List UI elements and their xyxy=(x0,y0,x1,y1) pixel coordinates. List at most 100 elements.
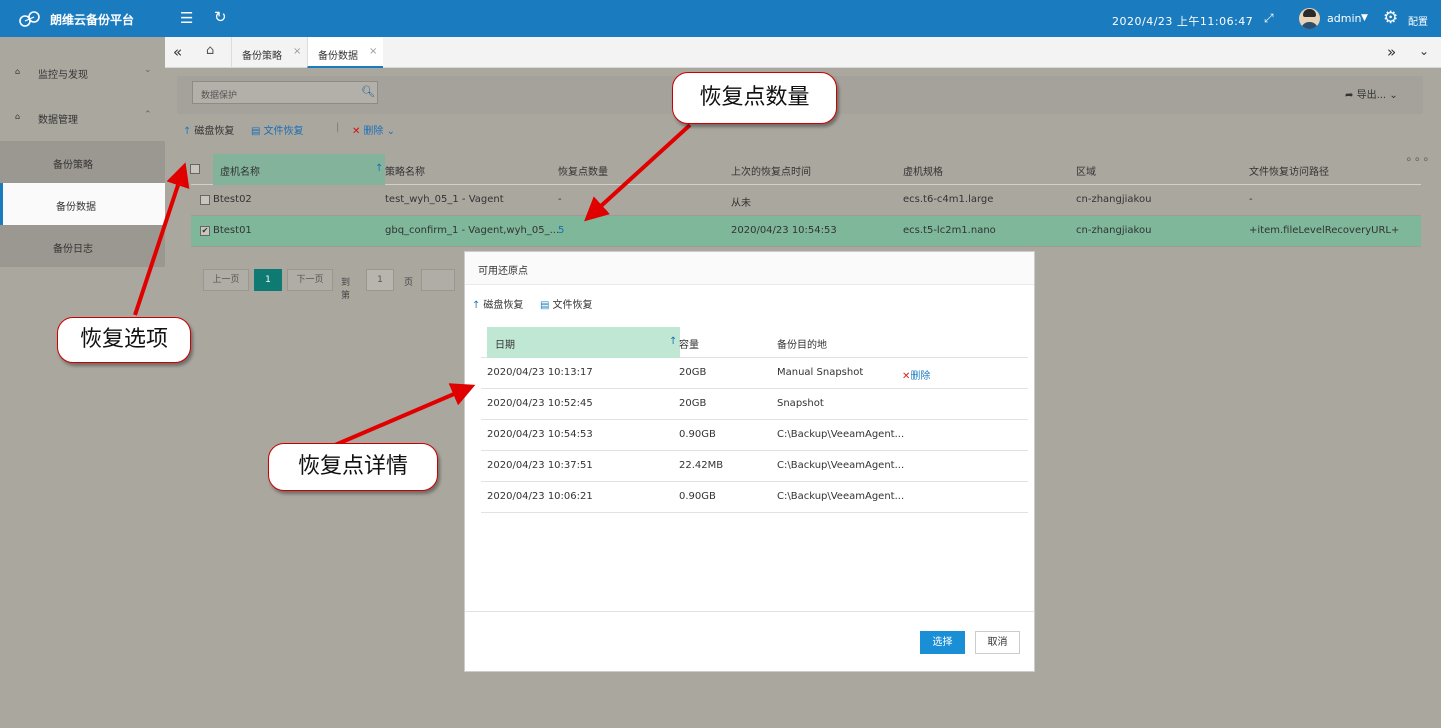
user-name[interactable]: admin xyxy=(1327,12,1361,25)
disk-restore-button[interactable]: ↑ 磁盘恢复 xyxy=(183,122,234,137)
column-header[interactable]: 策略名称 xyxy=(385,163,425,178)
column-header[interactable]: 恢复点数量 xyxy=(558,163,608,178)
cell-date: 2020/04/23 10:52:45 xyxy=(487,398,593,409)
file-restore-button[interactable]: ▤ 文件恢复 xyxy=(251,122,303,137)
restore-count-link[interactable]: 5 xyxy=(558,225,564,236)
close-icon[interactable]: × xyxy=(369,46,377,57)
delete-label: 删除 xyxy=(363,126,384,137)
cell-date: 2020/04/23 10:06:21 xyxy=(487,491,593,502)
chevron-down-icon[interactable]: ⌄ xyxy=(1419,44,1429,58)
dialog-footer-divider xyxy=(465,611,1034,612)
next-page-button[interactable]: 下一页 xyxy=(287,269,333,291)
sidebar: ⌂ 监控与发现 ⌄ ⌂ 数据管理 ⌃ 备份策略 备份数据 备份日志 xyxy=(0,37,165,728)
column-header[interactable]: 备份目的地 xyxy=(777,336,827,351)
sort-asc-icon[interactable]: ↑ xyxy=(375,163,383,174)
config-link[interactable]: 配置 xyxy=(1408,13,1428,28)
cell-last: 从未 xyxy=(731,198,751,209)
close-icon: ✕ xyxy=(352,126,361,137)
row-checkbox[interactable]: ✔ xyxy=(200,226,210,236)
app-title: 朗维云备份平台 xyxy=(50,13,135,27)
fullscreen-icon[interactable]: ⤢ xyxy=(1264,11,1274,26)
avatar[interactable] xyxy=(1299,8,1320,29)
column-header[interactable]: 文件恢复访问路径 xyxy=(1249,163,1329,178)
search-icon[interactable]: 🔍︎ xyxy=(361,85,375,98)
callout-restore-count: 恢复点数量 xyxy=(672,72,837,124)
table-row[interactable]: Btest02 test_wyh_05_1 - Vagent - 从未 ecs.… xyxy=(191,185,1421,216)
export-label: 导出... xyxy=(1356,90,1387,101)
gear-icon[interactable]: ⚙ xyxy=(1383,8,1398,28)
cell-date: 2020/04/23 10:13:17 xyxy=(487,367,593,378)
disk-restore-button[interactable]: ↑ 磁盘恢复 xyxy=(472,296,523,311)
delete-link[interactable]: ✕删除 xyxy=(902,367,930,382)
home-icon: ⌂ xyxy=(15,112,21,121)
column-header[interactable]: 虚机名称 xyxy=(220,163,260,178)
logo-icon xyxy=(19,11,40,27)
row-checkbox[interactable] xyxy=(200,195,210,205)
table-row[interactable]: 2020/04/23 10:52:45 20GB Snapshot xyxy=(481,389,1028,420)
sidebar-item-logs[interactable]: 备份日志 xyxy=(0,225,165,267)
scroll-right-icon[interactable]: » xyxy=(1387,43,1396,61)
dialog-title: 可用还原点 xyxy=(478,266,528,277)
export-button[interactable]: ➦ 导出... ⌄ xyxy=(1345,86,1398,101)
sidebar-item-label: 备份日志 xyxy=(53,244,93,255)
tab-backup-policy[interactable]: 备份策略 × xyxy=(231,37,307,68)
menu-icon[interactable]: ☰ xyxy=(180,9,193,27)
table-row[interactable]: 2020/04/23 10:54:53 0.90GB C:\Backup\Vee… xyxy=(481,420,1028,451)
home-icon[interactable]: ⌂ xyxy=(206,43,214,58)
page-input[interactable]: 1 xyxy=(366,269,394,291)
home-icon: ⌂ xyxy=(15,67,21,76)
cell-size: 20GB xyxy=(679,398,707,409)
column-header[interactable]: 容量 xyxy=(679,336,699,351)
table-row[interactable]: 2020/04/23 10:37:51 22.42MB C:\Backup\Ve… xyxy=(481,451,1028,482)
sidebar-group-label: 监控与发现 xyxy=(38,70,88,81)
upload-icon: ↑ xyxy=(183,126,192,137)
cell-size: 0.90GB xyxy=(679,491,716,502)
cell-dest: Snapshot xyxy=(777,398,824,409)
chevron-down-icon[interactable]: ▼ xyxy=(1361,13,1368,23)
select-button[interactable]: 选择 xyxy=(920,631,965,654)
cell-region: cn-zhangjiakou xyxy=(1076,225,1152,236)
sidebar-item-label: 备份策略 xyxy=(53,160,93,171)
file-restore-button[interactable]: ▤ 文件恢复 xyxy=(540,296,592,311)
sidebar-item-policy[interactable]: 备份策略 xyxy=(0,141,165,183)
search-input[interactable]: 数据保护 🔍︎ xyxy=(192,81,378,104)
column-header[interactable]: 日期 xyxy=(495,336,515,351)
cell-path[interactable]: +item.fileLevelRecoveryURL+ xyxy=(1249,225,1399,236)
cell-date: 2020/04/23 10:37:51 xyxy=(487,460,593,471)
select-all-checkbox[interactable] xyxy=(190,164,200,174)
sidebar-group-monitor[interactable]: ⌂ 监控与发现 ⌄ xyxy=(0,51,165,95)
file-restore-label: 文件恢复 xyxy=(552,300,593,311)
prev-page-button[interactable]: 上一页 xyxy=(203,269,249,291)
divider: | xyxy=(336,122,340,133)
tab-backup-data[interactable]: 备份数据 × xyxy=(307,37,383,68)
sort-asc-icon[interactable]: ↑ xyxy=(669,336,677,347)
go-button[interactable] xyxy=(421,269,455,291)
sidebar-group-data[interactable]: ⌂ 数据管理 ⌃ xyxy=(0,96,165,140)
search-placeholder: 数据保护 xyxy=(201,91,238,101)
chevron-down-icon: ⌄ xyxy=(144,65,152,75)
refresh-icon[interactable]: ↻ xyxy=(214,8,227,26)
tab-label: 备份数据 xyxy=(318,51,358,62)
table-row[interactable]: 2020/04/23 10:06:21 0.90GB C:\Backup\Vee… xyxy=(481,482,1028,513)
dialog-header: 可用还原点 xyxy=(465,252,1034,285)
top-bar: 朗维云备份平台 ☰ ↻ 2020/4/23 上午11:06:47 ⤢ admin… xyxy=(0,0,1441,37)
tabs-bar: « ⌂ 备份策略 × 备份数据 × » ⌄ xyxy=(165,37,1441,68)
cell-size: 22.42MB xyxy=(679,460,724,471)
file-icon: ▤ xyxy=(251,126,261,137)
column-header[interactable]: 上次的恢复点时间 xyxy=(731,163,811,178)
sidebar-item-backup-data[interactable]: 备份数据 xyxy=(0,183,165,225)
table-row[interactable]: 2020/04/23 10:13:17 20GB Manual Snapshot… xyxy=(481,358,1028,389)
close-icon[interactable]: × xyxy=(293,46,301,57)
upload-icon: ↑ xyxy=(472,300,481,311)
cell-spec: ecs.t5-lc2m1.nano xyxy=(903,225,996,236)
scroll-left-icon[interactable]: « xyxy=(173,43,182,61)
page-button[interactable]: 1 xyxy=(254,269,282,291)
column-header[interactable]: 区域 xyxy=(1076,163,1096,178)
table-row[interactable]: ✔ Btest01 gbq_confirm_1 - Vagent,wyh_05_… xyxy=(191,216,1421,247)
cancel-button[interactable]: 取消 xyxy=(975,631,1020,654)
delete-button[interactable]: ✕ 删除 ⌄ xyxy=(352,122,395,137)
cell-policy: gbq_confirm_1 - Vagent,wyh_05_... xyxy=(385,225,560,236)
disk-restore-label: 磁盘恢复 xyxy=(194,126,235,137)
goto-label: 到第 xyxy=(341,278,351,301)
column-header[interactable]: 虚机规格 xyxy=(903,163,943,178)
